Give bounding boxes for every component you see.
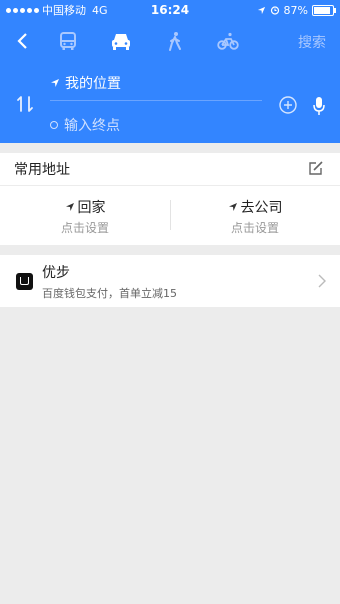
car-icon [112, 34, 130, 50]
edit-favorites-button[interactable] [308, 160, 326, 178]
favorite-home-hint: 点击设置 [60, 220, 109, 235]
tab-walk[interactable] [162, 28, 188, 54]
bike-icon [217, 32, 239, 50]
plus-circle-icon [279, 96, 297, 114]
location-arrow-icon [65, 202, 74, 211]
battery-icon [312, 4, 336, 16]
network-label: 4G [92, 3, 108, 17]
route-panel: 我的位置 输入终点 [0, 62, 340, 143]
walk-icon [169, 32, 181, 51]
location-arrow-icon [51, 79, 59, 87]
tab-car[interactable] [108, 28, 134, 54]
favorites-card: 常用地址 回家 点击设置 去公司 点击设置 [0, 153, 340, 245]
destination-placeholder: 输入终点 [64, 118, 120, 134]
back-arrow-icon [17, 33, 27, 49]
bus-icon [60, 32, 76, 50]
favorite-company-label: 去公司 [240, 199, 283, 216]
destination-dot-icon [50, 121, 58, 129]
status-bar: 中国移动 4G 16:24 87% [0, 0, 340, 20]
location-arrow-icon [228, 202, 237, 211]
edit-icon [309, 161, 323, 175]
favorite-home-label: 回家 [77, 199, 106, 216]
transport-tabs: 搜索 [0, 20, 340, 62]
favorite-home[interactable]: 回家 点击设置 [0, 186, 170, 246]
favorites-title: 常用地址 [14, 162, 70, 178]
search-button[interactable]: 搜索 [298, 32, 326, 52]
promo-description: 百度钱包支付，首单立减15 [42, 286, 177, 300]
uber-logo-icon [16, 272, 33, 290]
location-arrow-icon [257, 6, 265, 14]
start-label: 我的位置 [65, 76, 121, 92]
chevron-right-icon [318, 274, 326, 288]
microphone-icon [313, 97, 325, 115]
alarm-icon [270, 6, 279, 15]
back-button[interactable] [10, 28, 36, 54]
favorite-company[interactable]: 去公司 点击设置 [170, 186, 340, 246]
favorite-company-hint: 点击设置 [230, 220, 279, 235]
start-field[interactable]: 我的位置 [50, 73, 262, 93]
swap-button[interactable] [15, 94, 35, 114]
header-panel: 中国移动 4G 16:24 87% 搜索 我的位置 输入终点 [0, 0, 340, 143]
field-divider [50, 100, 262, 101]
uber-promo-row[interactable]: 优步 百度钱包支付，首单立减15 [0, 255, 340, 307]
signal-icon [6, 7, 39, 13]
voice-input-button[interactable] [312, 96, 326, 120]
add-waypoint-button[interactable] [279, 96, 297, 118]
swap-icon [17, 96, 33, 112]
battery-percent: 87% [283, 3, 308, 17]
promo-title: 优步 [42, 264, 70, 281]
tab-bus[interactable] [55, 28, 81, 54]
destination-input[interactable]: 输入终点 [50, 115, 262, 135]
carrier-label: 中国移动 [42, 4, 86, 17]
tab-bike[interactable] [215, 28, 241, 54]
divider [170, 200, 171, 230]
